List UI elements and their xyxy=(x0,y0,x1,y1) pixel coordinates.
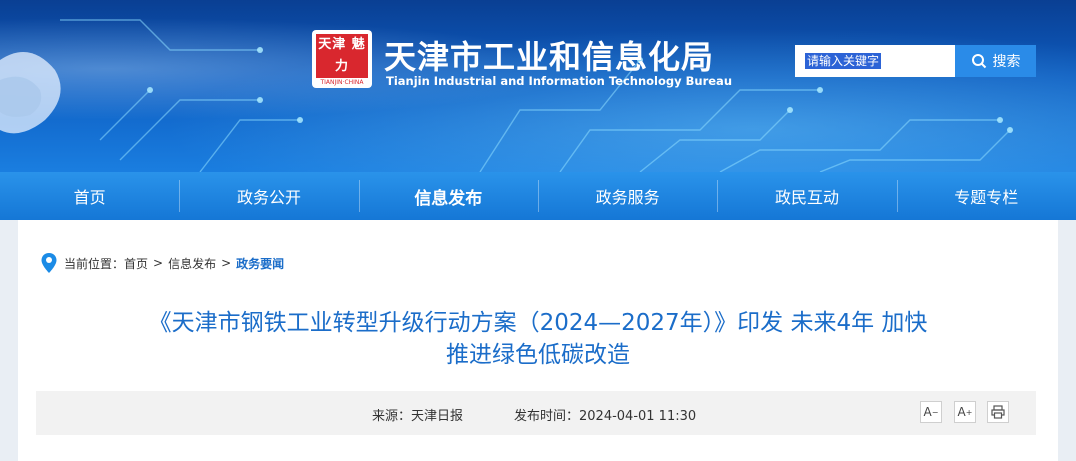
breadcrumb-separator: > xyxy=(153,256,164,270)
article-title-line2: 推进绿色低碳改造 xyxy=(446,342,630,368)
seal-text: 天津 魅力 xyxy=(316,34,368,78)
org-name-en: Tianjin Industrial and Information Techn… xyxy=(386,74,733,88)
font-increase-button[interactable]: A + xyxy=(954,401,976,423)
search-placeholder: 请输入关键字 xyxy=(805,53,882,69)
nav-label: 政民互动 xyxy=(774,188,839,207)
print-button[interactable] xyxy=(987,401,1009,423)
breadcrumb: 当前位置： 首页 > 信息发布 > 政务要闻 xyxy=(40,252,284,274)
header-banner: 天津 魅力 TIANJIN·CHINA 天津市工业和信息化局 Tianjin I… xyxy=(0,0,1076,172)
location-pin-icon xyxy=(41,253,57,273)
nav-item-topics[interactable]: 专题专栏 xyxy=(896,172,1076,220)
article-source: 来源：天津日报 xyxy=(372,409,464,424)
logo-seal: 天津 魅力 TIANJIN·CHINA xyxy=(312,30,372,88)
nav-item-home[interactable]: 首页 xyxy=(0,172,179,220)
nav-item-gov-affairs[interactable]: 政务公开 xyxy=(179,172,358,220)
plus-icon: + xyxy=(965,407,973,417)
breadcrumb-news[interactable]: 信息发布 xyxy=(168,255,216,272)
nav-label: 政务服务 xyxy=(595,188,660,207)
article-title: 《天津市钢铁工业转型升级行动方案（2024—2027年）》印发 未来4年 加快 … xyxy=(58,307,1018,371)
print-icon xyxy=(991,405,1005,419)
minus-icon: − xyxy=(931,407,939,417)
nav-label: 专题专栏 xyxy=(954,188,1019,207)
nav-item-interaction[interactable]: 政民互动 xyxy=(717,172,896,220)
breadcrumb-current[interactable]: 政务要闻 xyxy=(236,255,284,272)
font-decrease-button[interactable]: A − xyxy=(920,401,942,423)
article-date: 发布时间：2024-04-01 11:30 xyxy=(514,409,697,424)
content-panel: 当前位置： 首页 > 信息发布 > 政务要闻 《天津市钢铁工业转型升级行动方案（… xyxy=(18,220,1058,461)
org-name: 天津市工业和信息化局 xyxy=(384,38,715,76)
nav-item-news[interactable]: 信息发布 xyxy=(358,172,538,220)
nav-item-services[interactable]: 政务服务 xyxy=(537,172,717,220)
breadcrumb-home[interactable]: 首页 xyxy=(124,255,148,272)
robot-hand-graphic xyxy=(0,52,61,134)
main-nav: 首页 政务公开 信息发布 政务服务 政民互动 专题专栏 xyxy=(0,172,1076,220)
search-icon xyxy=(971,54,986,69)
font-increase-label: A xyxy=(957,405,966,419)
breadcrumb-prefix: 当前位置： xyxy=(64,256,125,271)
font-decrease-label: A xyxy=(923,405,932,419)
nav-label: 首页 xyxy=(73,188,106,207)
article-meta-bar: 来源：天津日报 发布时间：2024-04-01 11:30 A − A + xyxy=(36,391,1036,435)
seal-subtext: TIANJIN·CHINA xyxy=(320,79,364,86)
breadcrumb-separator: > xyxy=(221,256,232,270)
article-title-line1: 《天津市钢铁工业转型升级行动方案（2024—2027年）》印发 未来4年 加快 xyxy=(148,310,928,336)
search-button[interactable]: 搜索 xyxy=(955,45,1036,77)
nav-label: 政务公开 xyxy=(236,188,301,207)
search-button-label: 搜索 xyxy=(992,54,1021,70)
nav-label: 信息发布 xyxy=(414,188,483,209)
